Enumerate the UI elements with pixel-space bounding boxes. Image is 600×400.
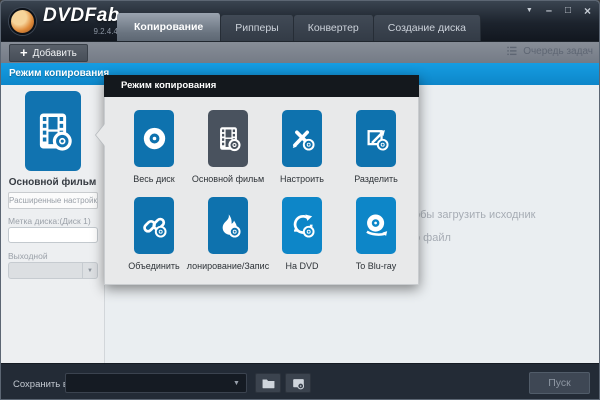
close-icon[interactable]: × [584, 5, 591, 17]
combo-chevron-down-icon[interactable]: ▼ [233, 380, 240, 387]
mode-to-dvd-tile[interactable] [282, 197, 322, 254]
flame-icon [222, 214, 241, 238]
popup-callout-tail [96, 124, 105, 146]
mode-customize[interactable]: Настроить [265, 110, 339, 185]
add-source-button[interactable]: + Добавить [9, 44, 88, 62]
advanced-settings-button[interactable]: Расширенные настройки [8, 192, 98, 209]
folder-icon [262, 378, 274, 388]
version-text: 9.2.4.4 [93, 27, 118, 36]
disc-icon [143, 127, 165, 150]
tab-converter[interactable]: Конвертер [293, 15, 374, 41]
mode-to-bluray-tile[interactable] [356, 197, 396, 254]
tab-copy[interactable]: Копирование [117, 13, 222, 41]
mode-clone-burn-tile[interactable] [208, 197, 248, 254]
mode-merge[interactable]: Объединить [117, 197, 191, 272]
mode-clone-burn[interactable]: лонирование/Запис [187, 197, 269, 272]
hint-text-line2: о файл [414, 232, 451, 244]
maximize-icon[interactable]: □ [565, 5, 571, 17]
mode-merge-tile[interactable] [134, 197, 174, 254]
current-mode-label: Основной фильм [8, 177, 97, 188]
save-path-input[interactable] [65, 373, 247, 393]
brand-wordmark: DVDFab [43, 5, 120, 26]
menu-dropdown-icon[interactable]: ▼ [526, 5, 533, 17]
popup-title: Режим копирования [104, 75, 419, 97]
copy-mode-popup: Режим копирования Весь диск Основной фил… [96, 75, 419, 285]
split-icon [367, 130, 389, 151]
bottombar: Сохранить в: ▼ Пуск [1, 363, 599, 399]
task-list-icon [507, 46, 517, 56]
burn-drive-button[interactable] [285, 373, 311, 393]
mode-split[interactable]: Разделить [339, 110, 413, 185]
window-controls: ▼ – □ × [526, 5, 591, 17]
disc-label-input[interactable] [8, 227, 98, 243]
mode-to-bluray[interactable]: To Blu-ray [339, 197, 413, 272]
output-caption: Выходной [8, 251, 48, 261]
drive-disc-icon [292, 378, 304, 389]
toolbar: + Добавить Очередь задач [1, 41, 599, 63]
mode-main-movie-tile[interactable] [208, 110, 248, 167]
dvdfab-window: DVDFab 9.2.4.4 Копирование Рипперы Конве… [0, 0, 600, 400]
mode-full-disc-tile[interactable] [134, 110, 174, 167]
popup-body: Весь диск Основной фильм Настроить Разде… [96, 97, 419, 285]
mode-grid: Весь диск Основной фильм Настроить Разде… [117, 110, 418, 272]
mode-full-disc[interactable]: Весь диск [117, 110, 191, 185]
main-tabs: Копирование Рипперы Конвертер Создание д… [117, 13, 481, 41]
disc-label-caption: Метка диска:(Диск 1) [8, 216, 91, 226]
tools-icon [292, 130, 315, 151]
add-button-label: Добавить [32, 47, 77, 59]
tab-rippers[interactable]: Рипперы [221, 15, 294, 41]
mode-split-tile[interactable] [356, 110, 396, 167]
mode-main-movie[interactable]: Основной фильм [191, 110, 265, 185]
sidebar: Основной фильм Расширенные настройки Мет… [1, 85, 105, 363]
browse-folder-button[interactable] [255, 373, 281, 393]
output-select[interactable]: ▼ [8, 262, 98, 279]
task-queue-button[interactable]: Очередь задач [506, 45, 593, 57]
film-icon [39, 113, 72, 151]
start-button[interactable]: Пуск [529, 372, 590, 394]
app-logo: DVDFab 9.2.4.4 [9, 5, 120, 36]
tab-create-disc[interactable]: Создание диска [373, 15, 481, 41]
chain-link-icon [142, 217, 167, 238]
chevron-down-icon: ▼ [82, 263, 97, 278]
task-queue-label: Очередь задач [523, 45, 593, 57]
current-mode-tile[interactable] [25, 91, 81, 171]
titlebar: DVDFab 9.2.4.4 Копирование Рипперы Конве… [1, 1, 599, 41]
film-icon [219, 127, 241, 152]
bluray-disc-icon [365, 214, 387, 236]
minimize-icon[interactable]: – [546, 5, 552, 17]
save-to-label: Сохранить в: [13, 379, 71, 390]
plus-icon: + [20, 45, 28, 60]
hint-text-line1: обы загрузить исходник [414, 209, 536, 221]
mode-customize-tile[interactable] [282, 110, 322, 167]
copy-mode-header: Режим копирования [9, 68, 110, 79]
mode-to-dvd[interactable]: На DVD [265, 197, 339, 272]
dvdfab-mascot-icon [9, 8, 36, 35]
dvd-swoosh-icon [293, 214, 315, 238]
